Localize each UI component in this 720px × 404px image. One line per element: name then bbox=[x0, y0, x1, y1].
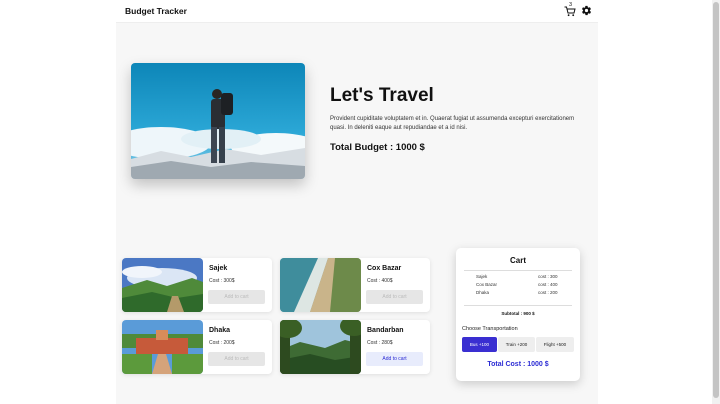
place-card-bandarban: Bandarban Cost : 280$ Add to cart bbox=[280, 320, 430, 374]
place-image bbox=[280, 258, 361, 312]
cart-item-cost: cost : 300 bbox=[538, 274, 558, 279]
transport-flight-button[interactable]: Flight +500 bbox=[536, 337, 574, 352]
transport-label: Choose Transportation bbox=[462, 326, 518, 332]
cart-item: Dhaka cost : 200 bbox=[456, 290, 580, 298]
total-budget: Total Budget : 1000 $ bbox=[330, 142, 425, 153]
place-cost: Cost : 280$ bbox=[367, 340, 393, 346]
cart-title: Cart bbox=[509, 256, 526, 265]
navbar: Budget Tracker 3 bbox=[116, 0, 598, 23]
place-name: Bandarban bbox=[367, 327, 404, 334]
page-scrollbar[interactable] bbox=[712, 0, 720, 404]
cart-item-cost: cost : 400 bbox=[538, 282, 558, 287]
place-card-cox-bazar: Cox Bazar Cost : 400$ Add to cart bbox=[280, 258, 430, 312]
place-card-sajek: Sajek Cost : 300$ Add to cart bbox=[122, 258, 272, 312]
place-cost: Cost : 300$ bbox=[209, 278, 235, 284]
place-card-dhaka: Dhaka Cost : 200$ Add to cart bbox=[122, 320, 272, 374]
cart-item-name: Sajek bbox=[476, 274, 488, 279]
cart-item: Sajek cost : 300 bbox=[456, 274, 580, 282]
hero-description: Provident cupiditate voluptatem et in. Q… bbox=[330, 116, 575, 131]
add-to-cart-button[interactable]: Add to cart bbox=[208, 352, 265, 366]
cart-item: Cox Bazar cost : 400 bbox=[456, 282, 580, 290]
add-to-cart-button[interactable]: Add to cart bbox=[208, 290, 265, 304]
cart-item-cost: cost : 200 bbox=[538, 290, 558, 295]
place-name: Sajek bbox=[209, 265, 228, 272]
cart-item-name: Dhaka bbox=[476, 290, 490, 295]
cart-item-name: Cox Bazar bbox=[476, 282, 498, 287]
place-image bbox=[122, 320, 203, 374]
scrollbar-thumb[interactable] bbox=[713, 2, 719, 398]
gear-icon[interactable] bbox=[581, 5, 592, 16]
place-image bbox=[280, 320, 361, 374]
hero-title: Let's Travel bbox=[330, 85, 434, 106]
add-to-cart-button[interactable]: Add to cart bbox=[366, 290, 423, 304]
cart-subtotal: Subtotal : 900 $ bbox=[501, 311, 535, 316]
cart-count-badge: 3 bbox=[569, 2, 573, 8]
transport-bus-button[interactable]: Bus +100 bbox=[462, 337, 497, 352]
cart-panel: Cart Sajek cost : 300 Cox Bazar cost : 4… bbox=[456, 248, 580, 381]
place-name: Dhaka bbox=[209, 327, 231, 334]
divider bbox=[464, 305, 572, 306]
app-title[interactable]: Budget Tracker bbox=[125, 6, 187, 16]
add-to-cart-button[interactable]: Add to cart bbox=[366, 352, 423, 366]
transport-train-button[interactable]: Train +200 bbox=[498, 337, 535, 352]
hero-image bbox=[131, 63, 305, 179]
place-cost: Cost : 200$ bbox=[209, 340, 235, 346]
main-content: Let's Travel Provident cupiditate volupt… bbox=[116, 23, 598, 404]
place-image bbox=[122, 258, 203, 312]
divider bbox=[464, 270, 572, 271]
cart-total-cost: Total Cost : 1000 $ bbox=[487, 361, 549, 368]
place-name: Cox Bazar bbox=[367, 265, 402, 272]
place-cost: Cost : 400$ bbox=[367, 278, 393, 284]
